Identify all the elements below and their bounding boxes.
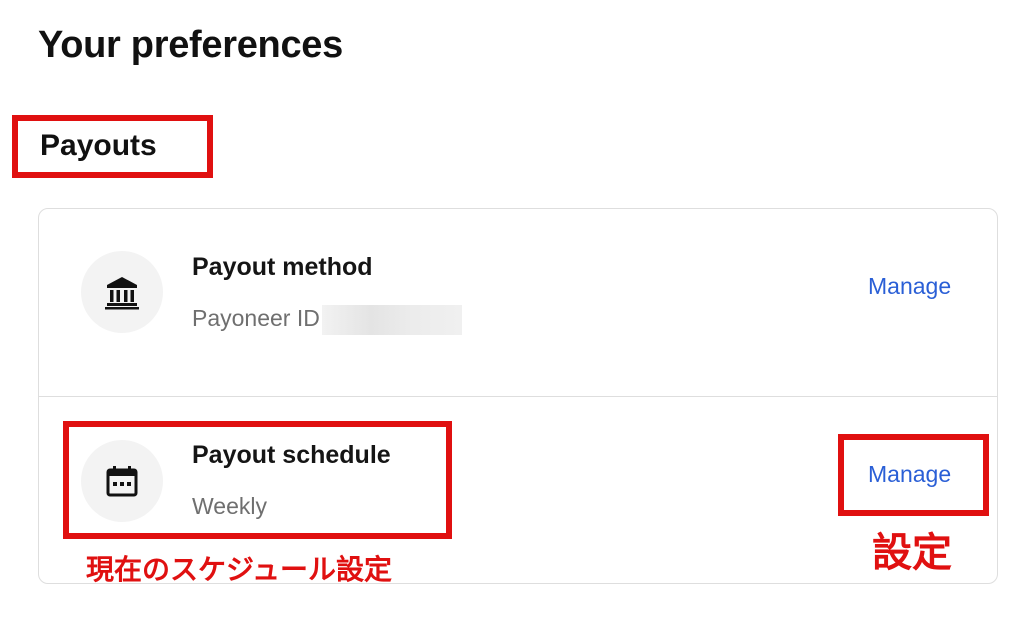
row-divider <box>39 396 997 397</box>
redacted-id <box>321 305 462 335</box>
page-title: Your preferences <box>38 24 343 66</box>
bank-icon <box>81 251 163 333</box>
annotation-box-schedule <box>63 421 452 539</box>
annotation-box-manage <box>838 434 989 516</box>
payout-method-subtitle: Payoneer ID <box>192 305 462 335</box>
annotation-box-payouts <box>12 115 213 178</box>
payout-method-title: Payout method <box>192 253 373 281</box>
annotation-text-schedule: 現在のスケジュール設定 <box>86 553 393 586</box>
annotation-text-manage: 設定 <box>872 530 952 576</box>
payout-method-manage-link[interactable]: Manage <box>868 273 951 300</box>
payoneer-id-label: Payoneer ID <box>192 305 320 332</box>
